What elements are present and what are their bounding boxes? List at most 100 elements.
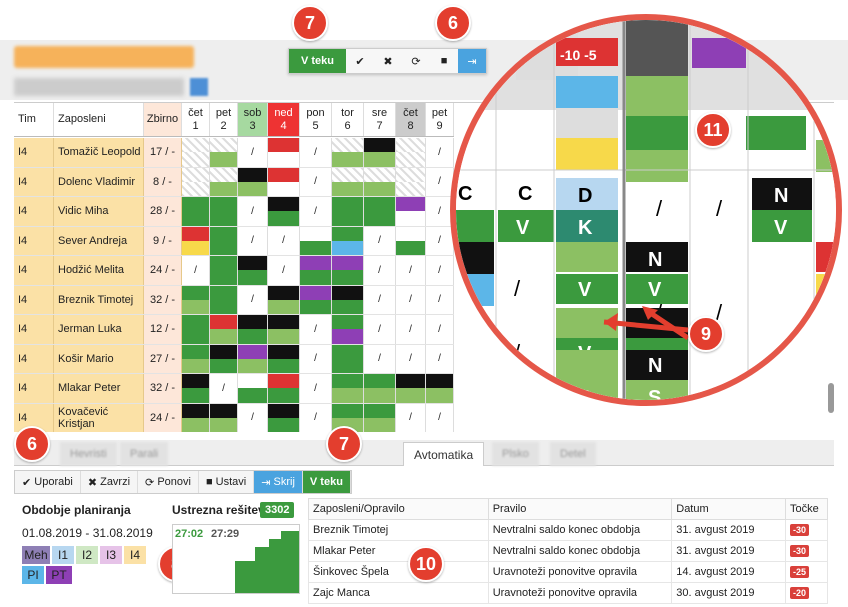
schedule-cell[interactable] bbox=[210, 315, 238, 344]
schedule-cell[interactable]: / bbox=[300, 315, 332, 344]
schedule-cell[interactable]: / bbox=[426, 256, 454, 285]
day-header-0[interactable]: čet 1 bbox=[182, 103, 210, 136]
schedule-cell[interactable]: / bbox=[364, 344, 396, 373]
schedule-cell[interactable] bbox=[332, 374, 364, 403]
schedule-cell[interactable] bbox=[396, 374, 426, 403]
col-pravilo[interactable]: Pravilo bbox=[487, 498, 673, 520]
team-chip[interactable]: Meh bbox=[22, 546, 50, 564]
stop-icon[interactable]: ■ bbox=[430, 49, 458, 73]
day-header-4[interactable]: pon 5 bbox=[300, 103, 332, 136]
day-header-1[interactable]: pet 2 bbox=[210, 103, 238, 136]
schedule-cell[interactable] bbox=[268, 344, 300, 373]
close-icon[interactable]: ✖ bbox=[374, 49, 402, 73]
schedule-cell[interactable] bbox=[332, 344, 364, 373]
skrij-button[interactable]: ⇥ Skrij bbox=[254, 471, 303, 493]
row-employee-name[interactable]: Hodžić Melita bbox=[54, 256, 144, 285]
row-employee-name[interactable]: Košir Mario bbox=[54, 344, 144, 373]
schedule-cell[interactable] bbox=[396, 138, 426, 167]
tab-blurred-3[interactable]: Plsko bbox=[492, 442, 539, 466]
schedule-cell[interactable]: / bbox=[426, 226, 454, 255]
table-row[interactable]: Šinkovec Špela Uravnoteži ponovitve oprav… bbox=[308, 561, 829, 583]
col-datum[interactable]: Datum bbox=[671, 498, 786, 520]
schedule-cell[interactable] bbox=[210, 226, 238, 255]
col-zaposleni[interactable]: Zaposleni/Opravilo bbox=[308, 498, 489, 520]
v-teku-button[interactable]: V teku bbox=[302, 471, 351, 493]
day-header-7[interactable]: čet 8 bbox=[396, 103, 426, 136]
team-chip[interactable]: I4 bbox=[124, 546, 146, 564]
schedule-cell[interactable] bbox=[182, 374, 210, 403]
schedule-cell[interactable] bbox=[210, 344, 238, 373]
col-tocke[interactable]: Točke bbox=[784, 498, 829, 520]
schedule-cell[interactable]: / bbox=[396, 285, 426, 314]
schedule-cell[interactable] bbox=[300, 285, 332, 314]
row-employee-name[interactable]: Vidic Miha bbox=[54, 197, 144, 226]
schedule-cell[interactable] bbox=[182, 226, 210, 255]
schedule-cell[interactable]: / bbox=[426, 138, 454, 167]
schedule-cell[interactable] bbox=[364, 197, 396, 226]
schedule-cell[interactable] bbox=[182, 197, 210, 226]
schedule-cell[interactable]: / bbox=[238, 197, 268, 226]
team-chip[interactable]: I3 bbox=[100, 546, 122, 564]
day-header-2[interactable]: sob 3 bbox=[238, 103, 268, 136]
schedule-cell[interactable]: / bbox=[300, 197, 332, 226]
row-employee-name[interactable]: Mlakar Peter bbox=[54, 374, 144, 403]
header-zbirno[interactable]: Zbirno bbox=[144, 103, 182, 136]
schedule-cell[interactable]: / bbox=[300, 403, 332, 432]
schedule-cell[interactable]: / bbox=[396, 256, 426, 285]
schedule-cell[interactable]: / bbox=[300, 374, 332, 403]
schedule-cell[interactable]: / bbox=[268, 226, 300, 255]
schedule-cell[interactable] bbox=[210, 285, 238, 314]
tab-blurred-4[interactable]: Detel bbox=[550, 442, 596, 466]
schedule-cell[interactable] bbox=[182, 285, 210, 314]
tab-avtomatika[interactable]: Avtomatika bbox=[403, 442, 485, 466]
schedule-cell[interactable] bbox=[332, 197, 364, 226]
team-chip[interactable]: PT bbox=[46, 566, 72, 584]
schedule-cell[interactable] bbox=[364, 374, 396, 403]
uporabi-button[interactable]: ✔ Uporabi bbox=[15, 471, 81, 493]
tab-blurred-1[interactable]: Hevristi bbox=[60, 442, 117, 466]
schedule-cell[interactable]: / bbox=[300, 138, 332, 167]
schedule-cell[interactable] bbox=[210, 256, 238, 285]
schedule-cell[interactable] bbox=[268, 315, 300, 344]
schedule-cell[interactable] bbox=[182, 344, 210, 373]
schedule-cell[interactable] bbox=[364, 138, 396, 167]
schedule-cell[interactable] bbox=[332, 256, 364, 285]
schedule-cell[interactable] bbox=[182, 315, 210, 344]
team-chip[interactable]: I2 bbox=[76, 546, 98, 564]
schedule-cell[interactable]: / bbox=[210, 374, 238, 403]
schedule-cell[interactable] bbox=[210, 167, 238, 196]
schedule-cell[interactable] bbox=[364, 403, 396, 432]
schedule-cell[interactable] bbox=[238, 256, 268, 285]
row-employee-name[interactable]: Sever Andreja bbox=[54, 226, 144, 255]
schedule-cell[interactable] bbox=[182, 403, 210, 432]
day-header-8[interactable]: pet 9 bbox=[426, 103, 454, 136]
schedule-cell[interactable]: / bbox=[300, 167, 332, 196]
header-zaposleni[interactable]: Zaposleni bbox=[54, 103, 144, 136]
schedule-cell[interactable] bbox=[332, 167, 364, 196]
schedule-cell[interactable]: / bbox=[396, 403, 426, 432]
schedule-cell[interactable] bbox=[210, 138, 238, 167]
schedule-cell[interactable] bbox=[182, 138, 210, 167]
schedule-cell[interactable]: / bbox=[426, 315, 454, 344]
schedule-cell[interactable]: / bbox=[238, 285, 268, 314]
schedule-cell[interactable]: / bbox=[364, 256, 396, 285]
table-row[interactable]: Mlakar Peter Nevtralni saldo konec obdobj… bbox=[308, 540, 829, 562]
schedule-cell[interactable]: / bbox=[364, 315, 396, 344]
row-employee-name[interactable]: Jerman Luka bbox=[54, 315, 144, 344]
schedule-cell[interactable] bbox=[210, 197, 238, 226]
schedule-cell[interactable]: / bbox=[182, 256, 210, 285]
schedule-cell[interactable] bbox=[396, 226, 426, 255]
schedule-cell[interactable] bbox=[182, 167, 210, 196]
redo-icon[interactable]: ⟳ bbox=[402, 49, 430, 73]
schedule-cell[interactable]: / bbox=[396, 315, 426, 344]
schedule-cell[interactable]: / bbox=[268, 256, 300, 285]
row-employee-name[interactable]: Dolenc Vladimir bbox=[54, 167, 144, 196]
schedule-cell[interactable] bbox=[238, 374, 268, 403]
team-chip[interactable]: I1 bbox=[52, 546, 74, 564]
tab-blurred-2[interactable]: Parali bbox=[120, 442, 169, 466]
schedule-cell[interactable]: / bbox=[364, 226, 396, 255]
schedule-cell[interactable] bbox=[268, 374, 300, 403]
header-tim[interactable]: Tim bbox=[14, 103, 54, 136]
schedule-cell[interactable]: / bbox=[364, 285, 396, 314]
schedule-cell[interactable]: / bbox=[426, 344, 454, 373]
